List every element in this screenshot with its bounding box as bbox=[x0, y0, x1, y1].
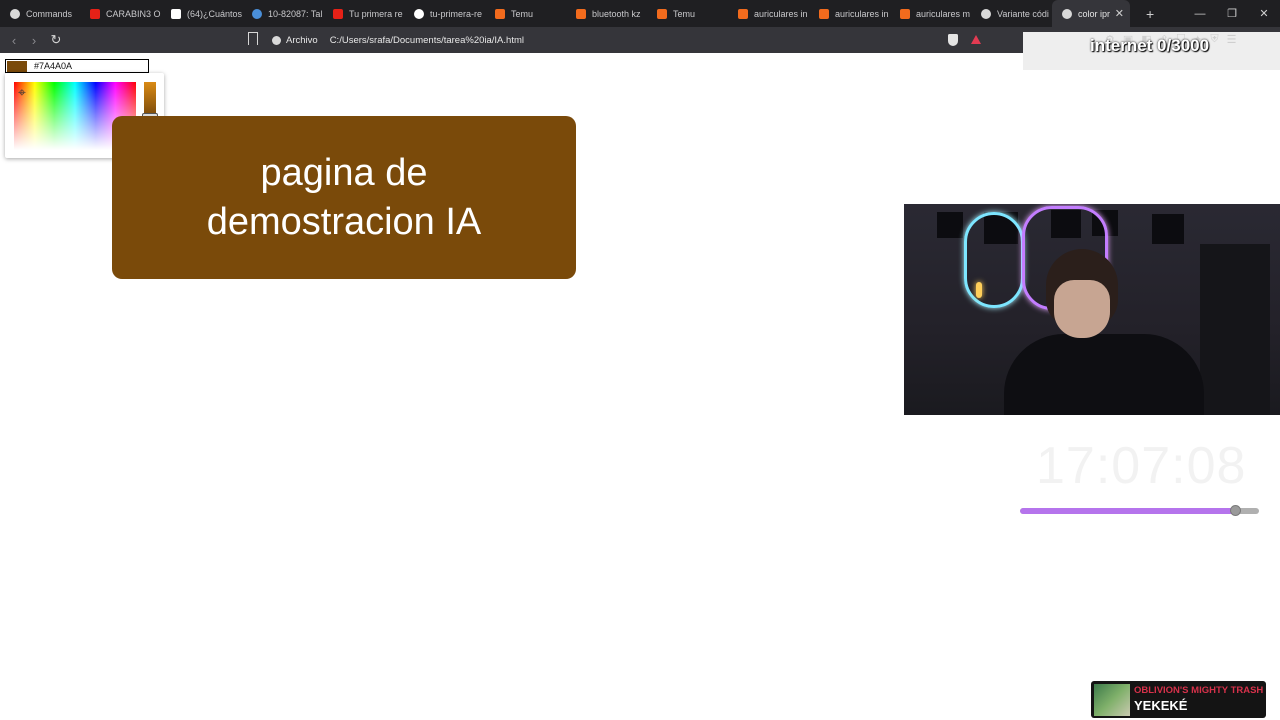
restore-icon[interactable]: ❐ bbox=[1216, 7, 1248, 20]
back-icon[interactable]: ‹ bbox=[4, 33, 24, 48]
tab-5[interactable]: Tu primera re bbox=[323, 0, 404, 27]
address-url[interactable]: C:/Users/srafa/Documents/tarea%20ia/IA.h… bbox=[330, 35, 524, 46]
tab-1[interactable]: Commands bbox=[0, 0, 80, 27]
temu-icon bbox=[657, 8, 667, 19]
webcam-feed bbox=[904, 204, 1280, 415]
tab-label: Tu primera re bbox=[349, 8, 403, 19]
stream-clock: 17:07:08 bbox=[1036, 437, 1247, 495]
tab-11[interactable]: auriculares in bbox=[809, 0, 890, 27]
close-window-icon[interactable]: ✕ bbox=[1248, 7, 1280, 20]
demo-box: pagina de demostracion IA bbox=[112, 116, 576, 279]
picker-crosshair-icon[interactable]: ⌖ bbox=[18, 85, 26, 99]
globe-icon bbox=[1062, 8, 1072, 19]
temu-icon bbox=[900, 8, 910, 19]
color-hex-value[interactable]: #7A4A0A bbox=[34, 61, 72, 71]
youtube-icon bbox=[333, 8, 343, 19]
tab-12[interactable]: auriculares m bbox=[890, 0, 971, 27]
color-swatch bbox=[7, 60, 27, 72]
person-body bbox=[1004, 334, 1204, 415]
gaming-chair bbox=[1200, 244, 1270, 415]
tiktok-icon bbox=[171, 8, 181, 19]
tab-14[interactable]: color ipr ✕ bbox=[1052, 0, 1130, 27]
stream-progress-fill bbox=[1020, 508, 1236, 514]
tab-8[interactable]: bluetooth kz bbox=[566, 0, 647, 27]
tab-10[interactable]: auriculares in bbox=[728, 0, 809, 27]
tab-strip: Commands CARABIN3 O (64)¿Cuántos 10-82087: … bbox=[0, 0, 1280, 27]
tab-label: (64)¿Cuántos bbox=[187, 8, 242, 19]
brave-rewards-icon[interactable] bbox=[971, 35, 981, 44]
neon-light bbox=[964, 212, 1024, 308]
demo-title-line-2: demostracion IA bbox=[206, 200, 482, 243]
tab-label: auriculares in bbox=[754, 8, 808, 19]
shield-icon[interactable]: ⛨ bbox=[1210, 33, 1218, 46]
tab-label: auriculares m bbox=[916, 8, 971, 19]
menu-icon[interactable]: ☰ bbox=[1227, 33, 1237, 46]
reload-icon[interactable]: ↻ bbox=[46, 32, 66, 48]
tab-label: Temu bbox=[673, 8, 696, 19]
tab-3[interactable]: (64)¿Cuántos bbox=[161, 0, 242, 27]
forward-icon[interactable]: › bbox=[24, 33, 44, 48]
brave-shield-icon[interactable] bbox=[948, 34, 958, 46]
address-scheme-label: Archivo bbox=[286, 34, 318, 46]
temu-icon bbox=[819, 8, 829, 19]
youtube-icon bbox=[90, 8, 100, 19]
stream-counter-overlay: internet 0/3000 bbox=[1090, 36, 1210, 55]
tab-6[interactable]: tu-primera-re bbox=[404, 0, 485, 27]
tab-label: 10-82087: Tal bbox=[268, 8, 323, 19]
tab-label: Commands bbox=[26, 8, 73, 19]
new-tab-button[interactable]: + bbox=[1146, 6, 1154, 22]
now-playing-title: OBLIVION'S MIGHTY TRASH bbox=[1134, 685, 1264, 696]
tab-label: Temu bbox=[511, 8, 534, 19]
close-tab-icon[interactable]: ✕ bbox=[1115, 7, 1124, 20]
github-icon bbox=[414, 8, 424, 19]
progress-knob-icon bbox=[1230, 505, 1241, 516]
tab-label: tu-primera-re bbox=[430, 8, 483, 19]
acoustic-panel bbox=[1152, 214, 1184, 244]
tab-7[interactable]: Temu bbox=[485, 0, 566, 27]
tab-label: CARABIN3 O bbox=[106, 8, 161, 19]
tab-list: Commands CARABIN3 O (64)¿Cuántos 10-82087: … bbox=[0, 0, 1130, 27]
acoustic-panel bbox=[937, 212, 963, 238]
demo-title-line-1: pagina de bbox=[260, 151, 428, 194]
temu-icon bbox=[576, 8, 586, 19]
minimize-icon[interactable]: — bbox=[1184, 8, 1216, 20]
color-input[interactable]: #7A4A0A bbox=[5, 59, 149, 73]
tab-2[interactable]: CARABIN3 O bbox=[80, 0, 161, 27]
temu-icon bbox=[495, 8, 505, 19]
stream-progress-bar bbox=[1020, 508, 1259, 514]
tab-label: Variante códi bbox=[997, 8, 1049, 19]
chatgpt-icon bbox=[981, 8, 991, 19]
tab-label: auriculares in bbox=[835, 8, 889, 19]
demo-title: pagina de demostracion IA bbox=[164, 149, 524, 247]
now-playing-artist: YEKEKÉ bbox=[1134, 698, 1188, 713]
tab-label: bluetooth kz bbox=[592, 8, 641, 19]
now-playing-widget: OBLIVION'S MIGHTY TRASH YEKEKÉ bbox=[1091, 681, 1266, 718]
address-bar[interactable]: Archivo C:/Users/srafa/Documents/tarea%2… bbox=[272, 31, 524, 49]
tab-13[interactable]: Variante códi bbox=[971, 0, 1052, 27]
window-controls: — ❐ ✕ bbox=[1184, 0, 1280, 27]
bookmark-icon[interactable] bbox=[248, 32, 258, 45]
tab-9[interactable]: Temu bbox=[647, 0, 728, 27]
app-icon bbox=[10, 8, 20, 19]
person-face bbox=[1054, 280, 1110, 338]
info-icon[interactable] bbox=[272, 35, 281, 45]
album-art bbox=[1094, 684, 1130, 716]
lamp bbox=[976, 282, 982, 298]
tab-label: color ipr bbox=[1078, 8, 1111, 19]
temu-icon bbox=[738, 8, 748, 19]
tab-4[interactable]: 10-82087: Tal bbox=[242, 0, 323, 27]
app-icon bbox=[252, 8, 262, 19]
